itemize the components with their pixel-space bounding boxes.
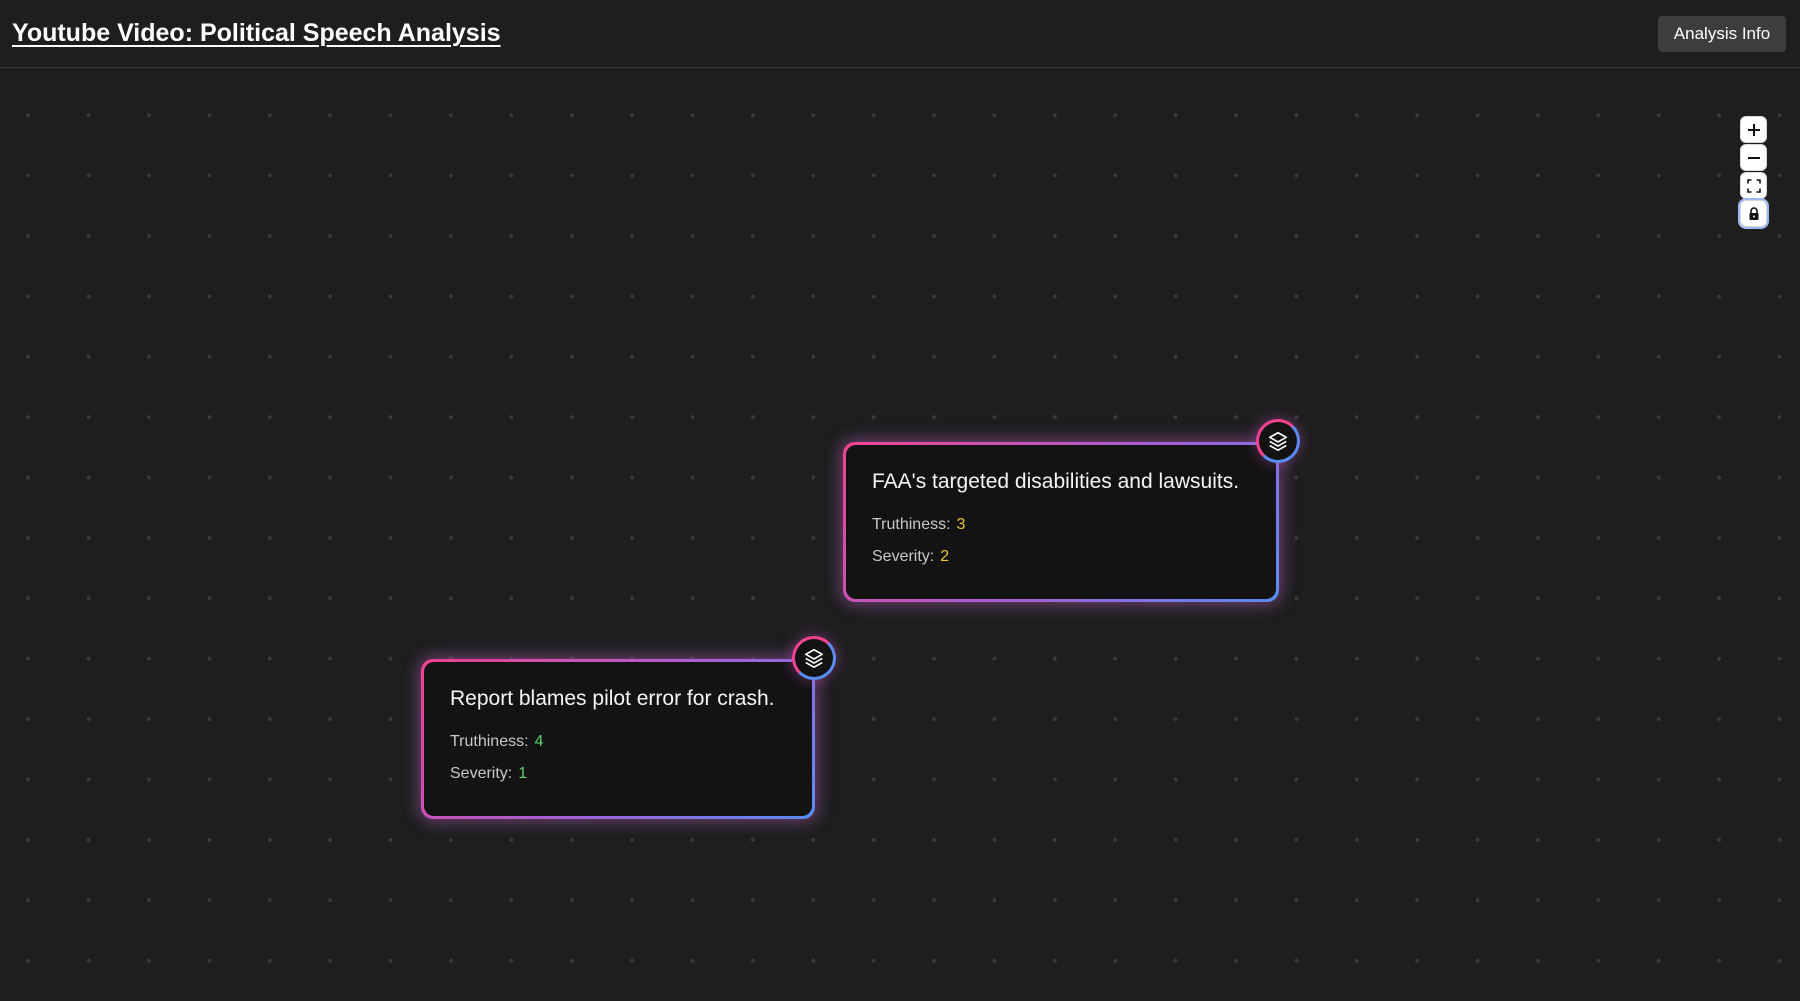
severity-label: Severity: [872, 548, 935, 565]
analysis-info-button[interactable]: Analysis Info [1658, 16, 1786, 52]
lock-icon [1749, 206, 1758, 220]
layers-icon[interactable] [792, 636, 836, 680]
truthiness-label: Truthiness: [450, 733, 529, 750]
flow-canvas[interactable]: FAA's targeted disabilities and lawsuits… [0, 69, 1800, 1001]
claim-node[interactable]: Report blames pilot error for crash. Tru… [421, 659, 815, 819]
claim-node-body: Report blames pilot error for crash. Tru… [424, 662, 812, 816]
claim-node-body: FAA's targeted disabilities and lawsuits… [846, 445, 1276, 599]
flow-controls [1740, 116, 1767, 228]
claim-title: FAA's targeted disabilities and lawsuits… [872, 470, 1240, 493]
layers-icon[interactable] [1256, 419, 1300, 463]
truthiness-label: Truthiness: [872, 516, 951, 533]
page-title[interactable]: Youtube Video: Political Speech Analysis [12, 19, 501, 48]
zoom-out-button[interactable] [1740, 144, 1767, 171]
claim-title: Report blames pilot error for crash. [450, 687, 775, 710]
zoom-in-button[interactable] [1740, 116, 1767, 143]
truthiness-value: 4 [534, 733, 544, 750]
severity-value: 2 [940, 548, 950, 565]
severity-row: Severity: 1 [450, 765, 786, 783]
fit-view-button[interactable] [1740, 172, 1767, 199]
severity-value: 1 [518, 765, 528, 782]
minus-icon [1747, 156, 1760, 159]
plus-icon [1747, 123, 1760, 136]
claim-node[interactable]: FAA's targeted disabilities and lawsuits… [843, 442, 1279, 602]
fit-view-icon [1746, 178, 1761, 193]
app-header: Youtube Video: Political Speech Analysis… [0, 0, 1800, 68]
severity-label: Severity: [450, 765, 513, 782]
truthiness-row: Truthiness: 4 [450, 733, 786, 751]
severity-row: Severity: 2 [872, 548, 1250, 566]
truthiness-row: Truthiness: 3 [872, 516, 1250, 534]
lock-button[interactable] [1740, 200, 1767, 227]
truthiness-value: 3 [956, 516, 966, 533]
